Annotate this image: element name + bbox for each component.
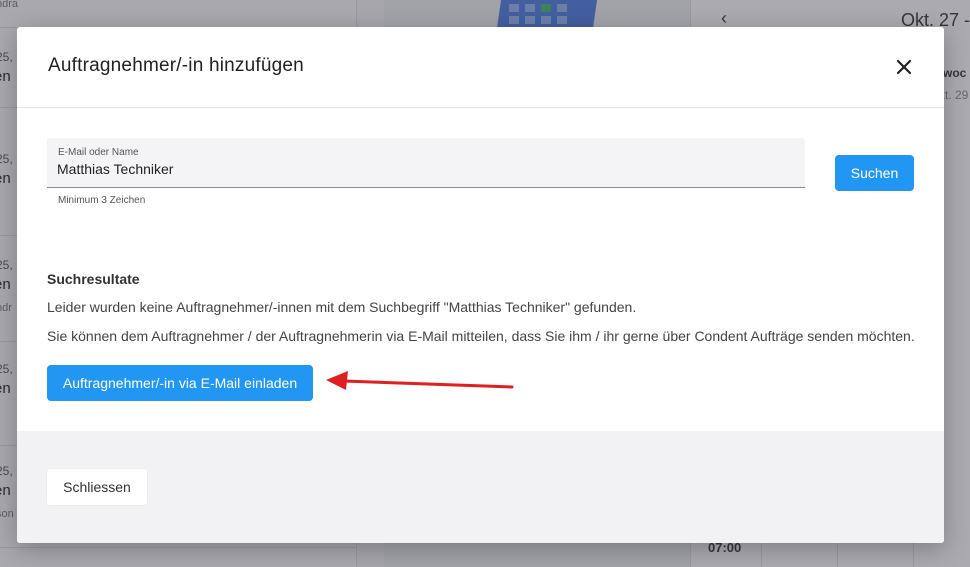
email-or-name-input[interactable] — [57, 161, 757, 177]
close-icon — [896, 59, 912, 75]
annotation-arrow-icon — [326, 371, 514, 390]
close-dialog-button[interactable]: Schliessen — [47, 469, 147, 505]
no-results-message: Leider wurden keine Auftragnehmer/-innen… — [47, 299, 637, 315]
close-button[interactable] — [891, 54, 917, 80]
email-or-name-field[interactable]: E-Mail oder Name — [47, 138, 805, 188]
invite-via-email-button[interactable]: Auftragnehmer/-in via E-Mail einladen — [47, 365, 313, 401]
field-hint: Minimum 3 Zeichen — [58, 195, 146, 206]
dialog-title: Auftragnehmer/-in hinzufügen — [48, 55, 304, 76]
dialog-header: Auftragnehmer/-in hinzufügen — [17, 27, 944, 108]
dialog-footer: Schliessen — [17, 431, 944, 543]
search-button[interactable]: Suchen — [835, 155, 914, 191]
invite-info-text: Sie können dem Auftragnehmer / der Auftr… — [47, 328, 915, 344]
results-title: Suchresultate — [47, 271, 140, 287]
field-label: E-Mail oder Name — [58, 147, 139, 158]
add-contractor-dialog: Auftragnehmer/-in hinzufügen E-Mail oder… — [17, 27, 944, 543]
